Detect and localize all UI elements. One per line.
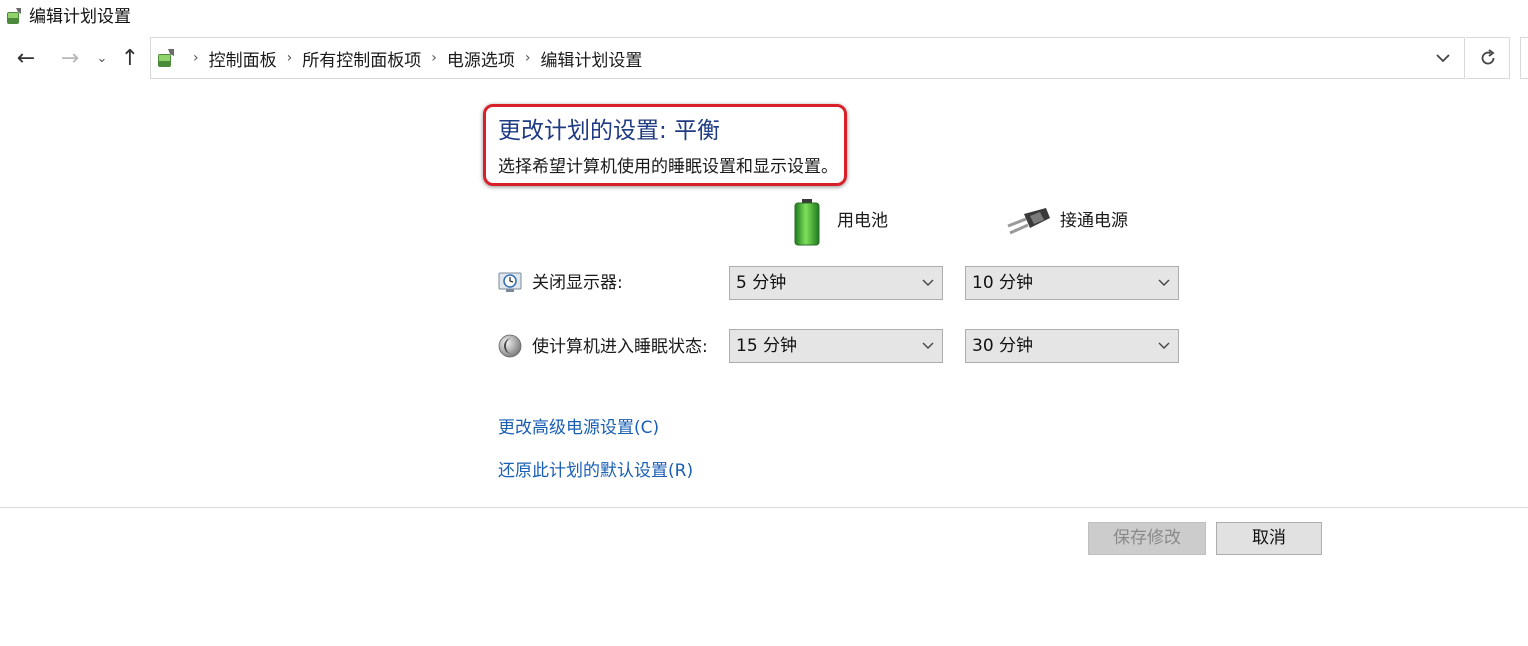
refresh-icon [1481,49,1495,65]
refresh-button[interactable] [1466,37,1510,79]
select-value: 15 分钟 [736,336,798,356]
breadcrumb-item-power-options[interactable]: 电源选项 [447,46,515,71]
display-clock-icon [498,272,522,292]
search-box[interactable] [1520,37,1528,79]
chevron-down-icon[interactable] [1434,48,1452,68]
battery-icon [794,199,820,246]
select-value: 30 分钟 [972,336,1034,356]
breadcrumb-item-all-items[interactable]: 所有控制面板项 [302,46,421,71]
sleep-label: 使计算机进入睡眠状态: [532,337,708,357]
plug-icon [1007,208,1050,235]
cancel-button[interactable]: 取消 [1216,522,1322,555]
power-options-icon [7,8,21,24]
up-button[interactable]: ↑ [118,46,142,72]
forward-button[interactable]: → [58,46,82,72]
save-changes-button[interactable]: 保存修改 [1088,522,1206,555]
plugged-in-column-label: 接通电源 [1060,211,1128,231]
display-off-battery-select[interactable]: 5 分钟 [729,266,943,300]
restore-defaults-link[interactable]: 还原此计划的默认设置(R) [498,460,693,482]
breadcrumb: › 控制面板 › 所有控制面板项 › 电源选项 › 编辑计划设置 [183,38,642,78]
control-panel-icon [158,49,174,67]
breadcrumb-item-control-panel[interactable]: 控制面板 [209,46,277,71]
chevron-down-icon [922,279,934,286]
divider [0,507,1528,508]
chevron-down-icon [1158,279,1170,286]
display-off-plugged-select[interactable]: 10 分钟 [965,266,1179,300]
chevron-right-icon: › [193,50,199,66]
page-subtitle: 选择希望计算机使用的睡眠设置和显示设置。 [498,157,838,177]
window-title: 编辑计划设置 [29,7,131,27]
turn-off-display-label: 关闭显示器: [532,273,623,293]
sleep-plugged-select[interactable]: 30 分钟 [965,329,1179,363]
back-button[interactable]: ← [14,46,38,72]
chevron-right-icon[interactable]: › [287,50,293,66]
select-value: 5 分钟 [736,273,787,293]
recent-locations-button[interactable]: ⌄ [94,46,110,72]
address-bar[interactable]: › 控制面板 › 所有控制面板项 › 电源选项 › 编辑计划设置 [150,37,1465,79]
page-title: 更改计划的设置: 平衡 [498,118,721,144]
title-bar: 编辑计划设置 [0,0,1528,34]
battery-column-label: 用电池 [837,211,888,231]
select-value: 10 分钟 [972,273,1034,293]
chevron-down-icon [1158,342,1170,349]
chevron-right-icon[interactable]: › [431,50,437,66]
breadcrumb-item-edit-plan[interactable]: 编辑计划设置 [540,46,642,71]
sleep-battery-select[interactable]: 15 分钟 [729,329,943,363]
chevron-down-icon [922,342,934,349]
moon-sleep-icon [498,334,522,358]
chevron-right-icon[interactable]: › [525,50,531,66]
advanced-power-settings-link[interactable]: 更改高级电源设置(C) [498,417,659,439]
